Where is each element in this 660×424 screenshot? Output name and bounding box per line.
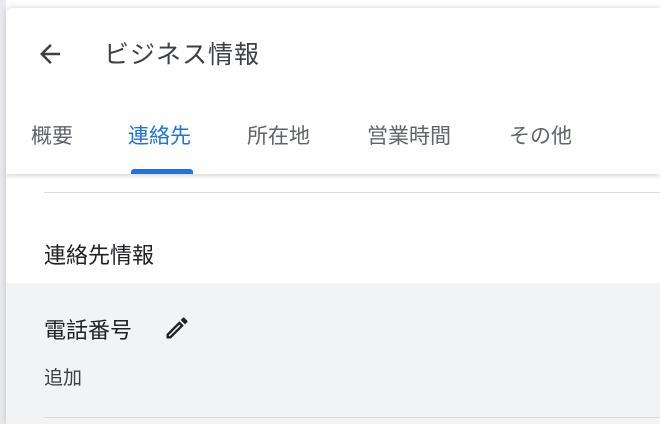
- tab-overview[interactable]: 概要: [31, 120, 73, 150]
- contact-content: 連絡先情報 電話番号 追加: [6, 174, 660, 424]
- pencil-icon: [166, 317, 188, 339]
- active-tab-indicator: [131, 169, 193, 174]
- tab-more[interactable]: その他: [509, 120, 572, 150]
- add-phone-link[interactable]: 追加: [44, 363, 82, 390]
- back-button[interactable]: [32, 36, 68, 72]
- phone-number-row[interactable]: 電話番号 追加: [6, 283, 660, 424]
- section-heading: 連絡先情報: [44, 244, 155, 269]
- divider: [44, 192, 660, 193]
- page-title: ビジネス情報: [104, 40, 261, 69]
- tab-contact[interactable]: 連絡先: [128, 120, 191, 150]
- edit-phone-button[interactable]: [162, 313, 192, 343]
- tab-hours[interactable]: 営業時間: [367, 120, 451, 150]
- phone-field-label: 電話番号: [44, 319, 133, 344]
- divider: [44, 417, 660, 418]
- business-info-panel: ビジネス情報 概要 連絡先 所在地 営業時間 その他 連絡先情報 電話番号 追加: [6, 8, 660, 424]
- arrow-left-icon: [40, 44, 60, 64]
- tab-location[interactable]: 所在地: [247, 120, 310, 150]
- panel-header: ビジネス情報 概要 連絡先 所在地 営業時間 その他: [6, 8, 660, 174]
